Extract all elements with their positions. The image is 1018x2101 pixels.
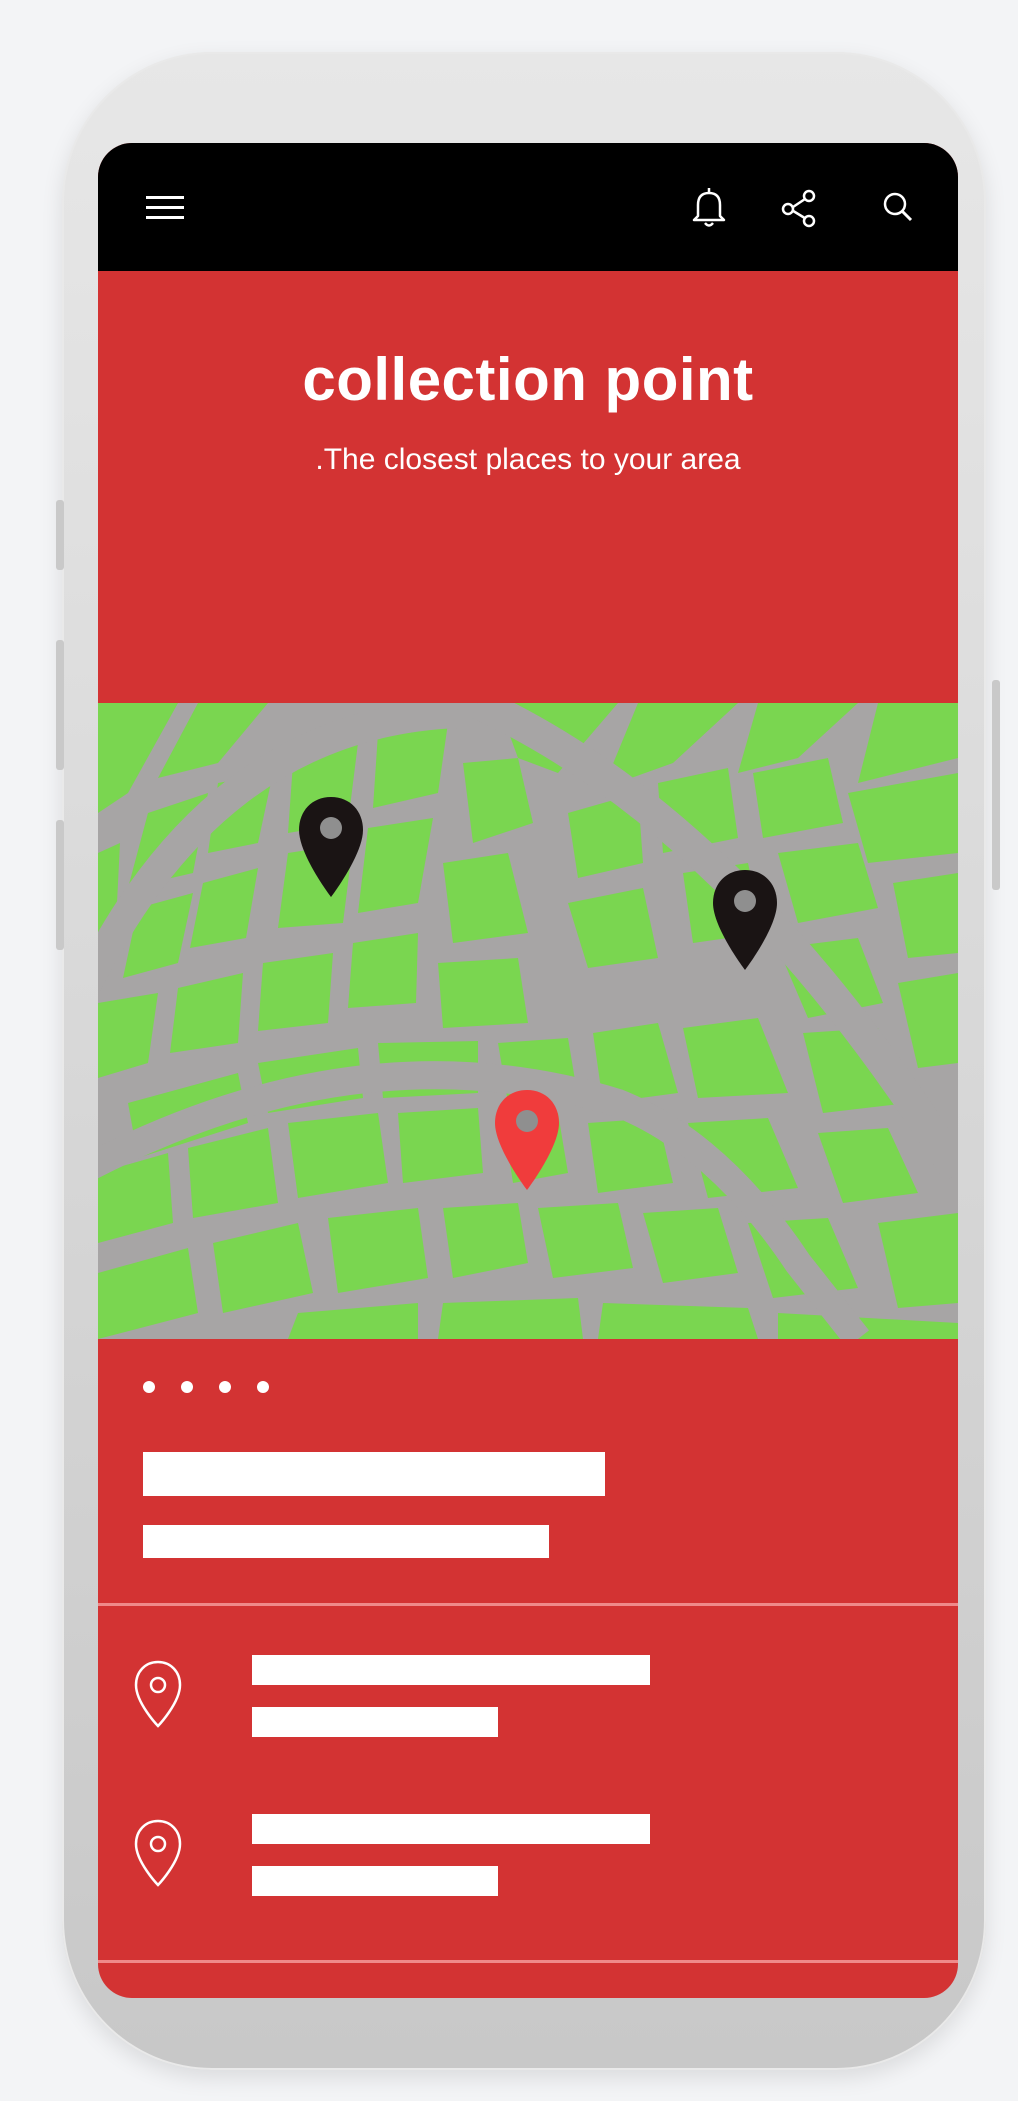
hero-section: collection point .The closest places to … <box>98 271 958 703</box>
share-button[interactable] <box>772 181 826 235</box>
location-detail-bar <box>252 1866 498 1896</box>
search-icon <box>883 192 913 222</box>
hamburger-menu-icon <box>146 196 184 219</box>
page-dot <box>219 1381 231 1393</box>
selected-location-marker[interactable] <box>492 1088 562 1192</box>
stage: collection point .The closest places to … <box>0 0 1018 2101</box>
bell-icon <box>692 188 726 227</box>
page-indicator <box>143 1381 269 1393</box>
page-dot <box>181 1381 193 1393</box>
side-button-left-2 <box>56 640 64 770</box>
phone-screen: collection point .The closest places to … <box>98 143 958 1998</box>
location-pin-icon <box>134 1819 182 1887</box>
location-list-item[interactable] <box>98 1649 958 1769</box>
menu-button[interactable] <box>138 181 192 235</box>
share-icon <box>781 189 816 228</box>
page-dot <box>257 1381 269 1393</box>
page-subtitle: .The closest places to your area <box>315 443 741 476</box>
page-title: collection point <box>302 346 754 413</box>
location-pin-icon <box>134 1660 182 1728</box>
top-app-bar <box>98 143 958 271</box>
location-marker[interactable] <box>296 795 366 899</box>
location-info-card[interactable] <box>98 1339 958 1603</box>
location-list-item[interactable] <box>98 1808 958 1928</box>
subtitle-placeholder-bar <box>143 1525 549 1558</box>
search-button[interactable] <box>871 181 925 235</box>
notifications-button[interactable] <box>682 181 736 235</box>
divider <box>98 1603 958 1606</box>
location-name-bar <box>252 1814 650 1844</box>
location-detail-bar <box>252 1707 498 1737</box>
map-illustration <box>98 703 958 1339</box>
divider <box>98 1960 958 1963</box>
location-name-bar <box>252 1655 650 1685</box>
side-button-right <box>992 680 1000 890</box>
map-view[interactable] <box>98 703 958 1339</box>
side-button-left-1 <box>56 500 64 570</box>
title-placeholder-bar <box>143 1452 605 1496</box>
page-dot <box>143 1381 155 1393</box>
side-button-left-3 <box>56 820 64 950</box>
location-marker[interactable] <box>710 868 780 972</box>
